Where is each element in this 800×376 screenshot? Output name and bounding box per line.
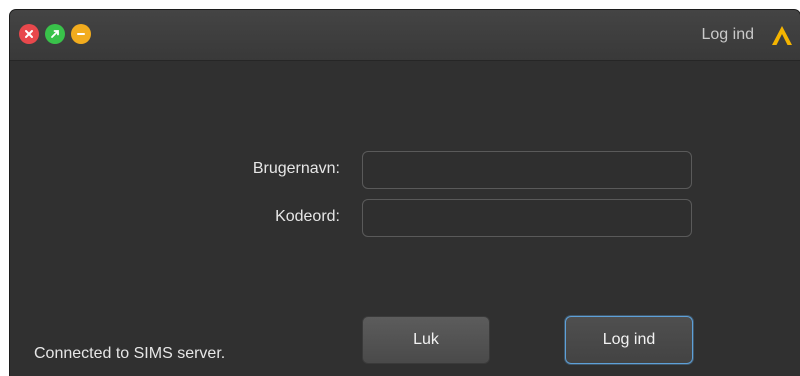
- app-logo-icon: [772, 26, 792, 45]
- username-label: Brugernavn:: [252, 160, 340, 177]
- password-label: Kodeord:: [275, 208, 340, 225]
- username-field[interactable]: [362, 151, 692, 189]
- maximize-window-button[interactable]: [45, 24, 65, 44]
- status-text: Connected to SIMS server.: [34, 345, 226, 362]
- login-button-label: Log ind: [602, 331, 656, 348]
- title-bar[interactable]: Log ind: [10, 10, 800, 61]
- window-title: Log ind: [701, 26, 755, 43]
- close-button-label: Luk: [413, 331, 439, 348]
- login-window: Log ind Brugernavn: Kodeord: Luk Log ind…: [10, 10, 800, 376]
- minimize-window-button[interactable]: [71, 24, 91, 44]
- minimize-icon: [77, 33, 85, 35]
- close-window-button[interactable]: [19, 24, 39, 44]
- maximize-icon: [51, 30, 59, 38]
- password-field[interactable]: [362, 199, 692, 237]
- close-button[interactable]: Luk: [362, 316, 490, 364]
- close-icon: [25, 30, 33, 38]
- login-button[interactable]: Log ind: [565, 316, 693, 364]
